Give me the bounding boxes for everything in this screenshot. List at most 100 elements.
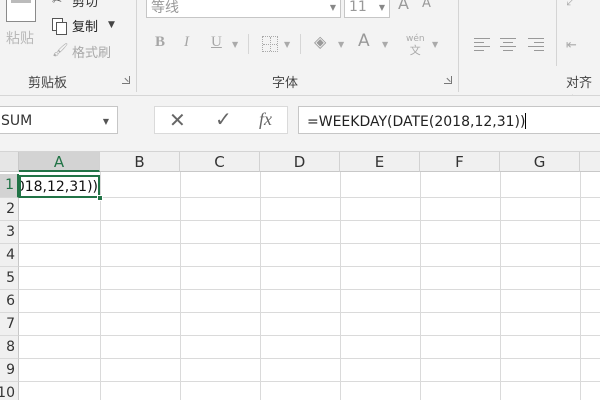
font-name-value: 等线 xyxy=(151,0,179,16)
gridline xyxy=(19,266,600,267)
gridline xyxy=(19,220,600,221)
align-middle-icon[interactable] xyxy=(504,0,520,8)
gridline xyxy=(19,335,600,336)
gridline xyxy=(580,172,581,400)
formula-text: =WEEKDAY(DATE(2018,12,31)) xyxy=(307,114,526,130)
gridline xyxy=(500,172,501,400)
fill-color-icon[interactable]: ◈ xyxy=(314,32,326,51)
chevron-down-icon[interactable]: ▼ xyxy=(338,40,344,49)
cell-a1-content: =WEEKDAY(DATE(2018,12,31)) xyxy=(21,179,98,195)
row-header-8[interactable]: 8 xyxy=(0,336,19,359)
font-color-button[interactable]: A xyxy=(358,31,370,51)
row-header-4[interactable]: 4 xyxy=(0,244,19,267)
bold-button[interactable]: B xyxy=(155,34,165,51)
clipboard-dialog-launcher-icon[interactable] xyxy=(122,76,130,84)
fill-handle[interactable] xyxy=(97,195,103,201)
orientation-icon[interactable]: ⤢ xyxy=(566,0,576,9)
column-header-e[interactable]: E xyxy=(340,152,420,172)
format-painter-label: 格式刷 xyxy=(72,45,112,61)
gridline xyxy=(100,172,101,400)
divider xyxy=(248,34,249,54)
cut-button[interactable]: ✂ 剪切 xyxy=(52,0,99,10)
row-header-5[interactable]: 5 xyxy=(0,267,19,290)
align-left-icon[interactable] xyxy=(474,38,490,51)
formula-bar-row: SUM ▼ ✕ ✓ fx =WEEKDAY(DATE(2018,12,31)) xyxy=(0,96,600,152)
chevron-down-icon[interactable]: ▼ xyxy=(379,3,385,12)
name-box[interactable]: SUM ▼ xyxy=(0,106,118,134)
paintbrush-icon: 🖌 xyxy=(52,43,69,58)
row-header-3[interactable]: 3 xyxy=(0,221,19,244)
chevron-down-icon[interactable]: ▼ xyxy=(232,40,238,49)
font-name-combobox[interactable]: 等线 ▼ xyxy=(146,0,341,18)
gridline xyxy=(19,197,600,198)
align-top-icon[interactable] xyxy=(476,0,492,8)
check-icon[interactable]: ✓ xyxy=(215,107,232,131)
decrease-font-size-button[interactable]: A xyxy=(422,0,431,11)
gridline xyxy=(19,289,600,290)
phonetic-guide-icon[interactable]: wén 文 xyxy=(406,32,425,56)
row-header-6[interactable]: 6 xyxy=(0,290,19,313)
gridline xyxy=(19,358,600,359)
column-header-a[interactable]: A xyxy=(19,152,100,172)
active-cell-a1[interactable]: =WEEKDAY(DATE(2018,12,31)) xyxy=(19,175,100,198)
divider xyxy=(300,34,301,54)
column-header-c[interactable]: C xyxy=(180,152,260,172)
gridline xyxy=(19,312,600,313)
gridline xyxy=(340,172,341,400)
name-box-value: SUM xyxy=(1,113,33,129)
group-divider xyxy=(458,0,459,92)
divider xyxy=(556,0,557,66)
underline-button[interactable]: U xyxy=(211,34,222,51)
column-header-b[interactable]: B xyxy=(100,152,180,172)
cancel-icon[interactable]: ✕ xyxy=(169,108,186,132)
decrease-indent-icon[interactable]: ⇤ xyxy=(566,38,577,53)
alignment-group-label: 对齐方 xyxy=(566,76,593,91)
insert-function-icon[interactable]: fx xyxy=(259,109,272,130)
cut-label: 剪切 xyxy=(72,0,99,10)
chevron-down-icon[interactable]: ▼ xyxy=(103,117,109,126)
column-header-f[interactable]: F xyxy=(420,152,500,172)
copy-label: 复制 xyxy=(72,19,99,35)
column-header-d[interactable]: D xyxy=(260,152,340,172)
font-size-value: 11 xyxy=(349,0,367,15)
gridline xyxy=(19,243,600,244)
align-right-icon[interactable] xyxy=(528,38,544,51)
clipboard-group-label: 剪贴板 xyxy=(28,76,68,91)
column-header-h[interactable] xyxy=(580,152,600,172)
column-header-g[interactable]: G xyxy=(500,152,580,172)
row-header-1[interactable]: 1 xyxy=(0,174,19,198)
copy-icon xyxy=(52,17,67,35)
text-cursor xyxy=(525,113,527,129)
scissors-icon: ✂ xyxy=(52,0,63,7)
gridline xyxy=(420,172,421,400)
chevron-down-icon[interactable]: ▼ xyxy=(108,20,115,30)
row-header-2[interactable]: 2 xyxy=(0,198,19,221)
borders-icon[interactable] xyxy=(262,36,278,52)
font-group-label: 字体 xyxy=(272,76,299,91)
italic-button[interactable]: I xyxy=(184,34,189,51)
row-header-7[interactable]: 7 xyxy=(0,313,19,336)
chevron-down-icon[interactable]: ▼ xyxy=(382,40,388,49)
select-all-corner[interactable] xyxy=(0,152,19,172)
chevron-down-icon[interactable]: ▼ xyxy=(284,40,290,49)
formula-buttons: ✕ ✓ fx xyxy=(154,106,288,134)
font-size-combobox[interactable]: 11 ▼ xyxy=(344,0,390,18)
chevron-down-icon[interactable]: ▼ xyxy=(432,40,438,49)
copy-button[interactable]: 复制 ▼ xyxy=(52,16,115,35)
row-header-10[interactable]: 10 xyxy=(0,382,19,400)
group-divider xyxy=(136,0,137,92)
gridline xyxy=(19,381,600,382)
font-dialog-launcher-icon[interactable] xyxy=(444,76,452,84)
gridline xyxy=(180,172,181,400)
paste-icon[interactable] xyxy=(6,0,36,22)
paste-button-label[interactable]: 粘贴 xyxy=(6,28,34,48)
align-center-icon[interactable] xyxy=(500,38,516,51)
gridline xyxy=(260,172,261,400)
ribbon: 粘贴 ✂ 剪切 复制 ▼ 🖌 格式刷 剪贴板 等线 ▼ 11 ▼ A A B I… xyxy=(0,0,600,96)
format-painter-button[interactable]: 🖌 格式刷 xyxy=(52,42,112,61)
formula-input[interactable]: =WEEKDAY(DATE(2018,12,31)) xyxy=(298,106,600,134)
chevron-down-icon[interactable]: ▼ xyxy=(330,3,336,12)
worksheet-grid[interactable]: A B C D E F G 1 2 3 4 5 6 7 8 9 10 =WEEK… xyxy=(0,152,600,400)
row-header-9[interactable]: 9 xyxy=(0,359,19,382)
increase-font-size-button[interactable]: A xyxy=(398,0,409,13)
